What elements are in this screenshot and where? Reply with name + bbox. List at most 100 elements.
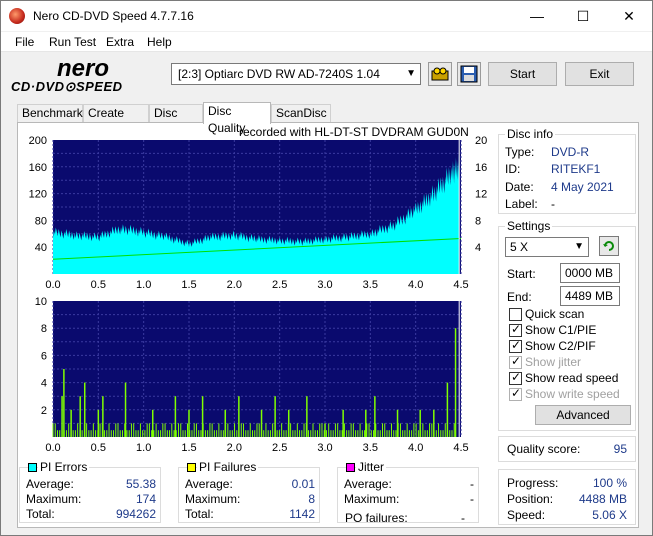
quick-scan-checkbox[interactable] bbox=[509, 308, 522, 321]
x-tick-label: 2.5 bbox=[272, 279, 287, 291]
y-tick-label: 2 bbox=[41, 405, 47, 417]
show-read-speed-label: Show read speed bbox=[525, 371, 619, 385]
drive-info-icon bbox=[431, 67, 449, 81]
x-tick-label: 0.0 bbox=[45, 442, 60, 454]
settings-title: Settings bbox=[505, 219, 553, 233]
jitter-avg-value: - bbox=[470, 477, 474, 491]
disc-type-label: Type: bbox=[505, 145, 535, 159]
nero-cd-dvd-speed-logo: nero CD·DVD⊙SPEED bbox=[11, 55, 122, 94]
quality-score-label: Quality score: bbox=[507, 442, 581, 456]
menu-help[interactable]: Help bbox=[147, 35, 172, 49]
disc-type-value: DVD-R bbox=[551, 145, 589, 159]
y-tick-label-right: 12 bbox=[475, 189, 487, 201]
speed-select[interactable]: 5 X ▼ bbox=[505, 237, 589, 257]
speed-value: 5.06 X bbox=[592, 508, 627, 522]
menu-file[interactable]: File bbox=[15, 35, 34, 49]
progress-label: Progress: bbox=[507, 476, 559, 490]
tab-create-disc[interactable]: Create Disc bbox=[83, 104, 149, 137]
tab-scandisc[interactable]: ScanDisc bbox=[271, 104, 331, 123]
pi-failures-group: PI Failures Average: 0.01 Maximum: 8 Tot… bbox=[178, 460, 320, 523]
x-tick-label: 3.0 bbox=[317, 279, 332, 291]
disc-info-group: Disc info Type: DVD-R ID: RITEKF1 Date: … bbox=[498, 127, 636, 214]
x-tick-label: 0.5 bbox=[91, 442, 106, 454]
maximize-button[interactable]: ☐ bbox=[560, 1, 606, 31]
x-tick-label: 1.5 bbox=[181, 279, 196, 291]
refresh-speed-button[interactable] bbox=[599, 236, 619, 256]
tab-disc-quality[interactable]: Disc Quality bbox=[203, 102, 271, 135]
jitter-max-value: - bbox=[470, 492, 474, 506]
position-value: 4488 MB bbox=[578, 492, 627, 506]
chevron-down-icon: ▼ bbox=[406, 68, 416, 79]
exit-button[interactable]: Exit bbox=[565, 62, 634, 86]
app-window: Nero CD-DVD Speed 4.7.7.16 — ☐ ✕ File Ru… bbox=[0, 0, 653, 536]
disc-date-label: Date: bbox=[505, 180, 534, 194]
tab-disc-info[interactable]: Disc Info bbox=[149, 104, 203, 137]
start-input[interactable]: 0000 MB bbox=[560, 263, 620, 283]
quick-scan-label: Quick scan bbox=[525, 307, 585, 321]
y-tick-label: 10 bbox=[35, 296, 47, 308]
x-tick-label: 2.0 bbox=[227, 279, 242, 291]
y-tick-label-right: 16 bbox=[475, 162, 487, 174]
po-failures-value: - bbox=[461, 511, 465, 525]
start-button[interactable]: Start bbox=[488, 62, 557, 86]
pi-errors-avg-value: 55.38 bbox=[125, 477, 156, 491]
x-tick-label: 1.0 bbox=[136, 442, 151, 454]
jitter-avg-label: Average: bbox=[344, 477, 392, 491]
minimize-button[interactable]: — bbox=[514, 1, 560, 31]
pi-errors-title: PI Errors bbox=[38, 460, 90, 474]
pi-failures-chart: 0.0 0.5 1.0 1.5 2.0 2.5 3.0 3.5 4.0 4.5 10 8 6 4 2 bbox=[35, 296, 469, 454]
x-tick-label: 4.5 bbox=[453, 279, 468, 291]
progress-value: 100 % bbox=[592, 476, 627, 490]
menu-run-test[interactable]: Run Test bbox=[49, 35, 96, 49]
po-failures-label: PO failures: bbox=[345, 511, 408, 525]
close-button[interactable]: ✕ bbox=[606, 1, 652, 31]
y-tick-label-right: 8 bbox=[475, 215, 481, 227]
settings-group: Settings 5 X ▼ Start: 0000 MB End: 4489 … bbox=[498, 219, 636, 431]
x-tick-label: 4.0 bbox=[408, 442, 423, 454]
disc-label-value: - bbox=[551, 197, 555, 211]
tab-benchmark[interactable]: Benchmark bbox=[17, 104, 83, 123]
disc-id-value: RITEKF1 bbox=[551, 162, 601, 176]
jitter-max-label: Maximum: bbox=[344, 492, 400, 506]
pi-failures-total-label: Total: bbox=[185, 507, 214, 521]
floppy-disk-icon bbox=[460, 65, 478, 83]
y-tick-label: 4 bbox=[41, 378, 47, 390]
y-tick-label-left: 200 bbox=[29, 135, 47, 147]
chevron-down-icon: ▼ bbox=[574, 241, 584, 252]
pi-errors-avg-label: Average: bbox=[26, 477, 74, 491]
drive-select-value: [2:3] Optiarc DVD RW AD-7240S 1.04 bbox=[178, 67, 380, 81]
pi-failures-max-value: 8 bbox=[308, 492, 315, 506]
show-read-speed-checkbox[interactable] bbox=[509, 370, 522, 385]
show-c2pif-checkbox[interactable] bbox=[509, 338, 522, 353]
refresh-icon bbox=[603, 241, 614, 251]
end-input[interactable]: 4489 MB bbox=[560, 286, 620, 306]
y-tick-label: 8 bbox=[41, 323, 47, 335]
save-button[interactable] bbox=[457, 62, 481, 86]
x-tick-label: 4.0 bbox=[408, 279, 423, 291]
speed-select-value: 5 X bbox=[510, 240, 529, 254]
start-label: Start: bbox=[507, 267, 536, 281]
show-write-speed-checkbox bbox=[509, 386, 522, 401]
show-jitter-checkbox bbox=[509, 354, 522, 369]
disc-info-title: Disc info bbox=[505, 127, 556, 141]
position-label: Position: bbox=[507, 492, 554, 506]
x-tick-label: 3.5 bbox=[363, 442, 378, 454]
drive-select[interactable]: [2:3] Optiarc DVD RW AD-7240S 1.04 ▼ bbox=[171, 63, 421, 85]
drive-info-button[interactable] bbox=[428, 62, 452, 86]
pi-errors-max-value: 174 bbox=[135, 492, 156, 506]
pi-failures-avg-value: 0.01 bbox=[291, 477, 315, 491]
menu-extra[interactable]: Extra bbox=[106, 35, 134, 49]
x-tick-label: 3.5 bbox=[363, 279, 378, 291]
pi-errors-chart: 0.0 0.5 1.0 1.5 2.0 2.5 3.0 3.5 4.0 4.5 200 160 120 8… bbox=[29, 135, 488, 291]
show-c1pie-label: Show C1/PIE bbox=[525, 323, 597, 337]
advanced-button[interactable]: Advanced bbox=[535, 405, 631, 425]
x-tick-label: 0.0 bbox=[45, 279, 60, 291]
show-c1pie-checkbox[interactable] bbox=[509, 322, 522, 337]
x-tick-label: 0.5 bbox=[91, 279, 106, 291]
pi-failures-title: PI Failures bbox=[197, 460, 259, 474]
pi-errors-total-label: Total: bbox=[26, 507, 55, 521]
jitter-title: Jitter bbox=[356, 460, 387, 474]
pi-errors-group: PI Errors Average: 55.38 Maximum: 174 To… bbox=[19, 460, 161, 523]
pi-failures-max-label: Maximum: bbox=[185, 492, 241, 506]
y-tick-label-left: 160 bbox=[29, 162, 47, 174]
